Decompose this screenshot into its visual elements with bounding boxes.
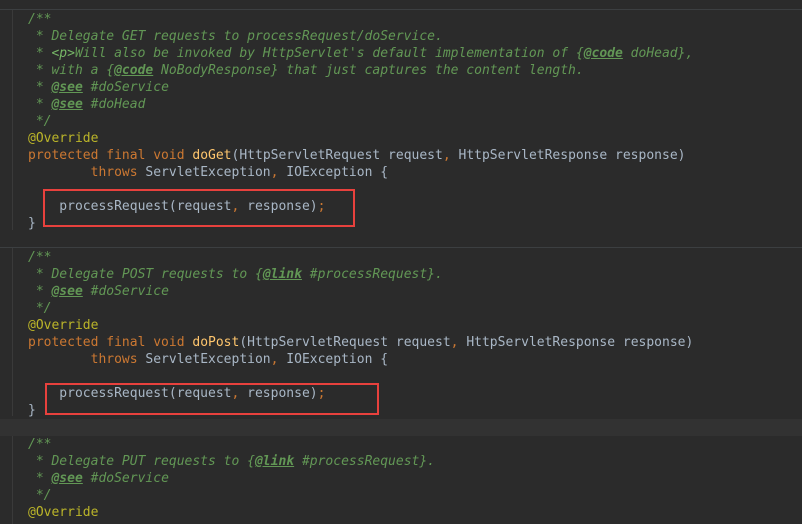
- code-token: #doService: [82, 284, 169, 299]
- code-token: @link: [262, 267, 302, 282]
- code-token: IOException {: [286, 165, 389, 180]
- code-token: throws: [28, 352, 146, 367]
- fold-guide: [12, 435, 13, 524]
- code-line[interactable]: * <p>Will also be invoked by HttpServlet…: [28, 45, 693, 62]
- code-line[interactable]: }: [28, 402, 36, 419]
- code-token: #doService: [82, 471, 169, 486]
- code-line[interactable]: * @see #doService: [28, 283, 169, 300]
- code-line[interactable]: * @see #doService: [28, 470, 169, 487]
- code-token: *: [28, 471, 52, 486]
- code-token: <p>: [51, 46, 75, 61]
- code-token: @see: [51, 80, 83, 95]
- code-line[interactable]: [0, 419, 802, 436]
- code-editor[interactable]: /** * Delegate GET requests to processRe…: [0, 0, 802, 524]
- code-token: protected final void: [28, 148, 193, 163]
- code-line[interactable]: /**: [28, 11, 51, 28]
- code-line[interactable]: */: [28, 113, 52, 130]
- code-token: processRequest(request: [28, 199, 232, 214]
- code-line[interactable]: * Delegate PUT requests to {@link #proce…: [28, 453, 435, 470]
- code-token: response): [247, 386, 318, 401]
- code-line[interactable]: protected final void doGet(HttpServletRe…: [28, 147, 685, 164]
- code-token: doGet: [192, 148, 232, 163]
- code-token: @code: [583, 46, 623, 61]
- code-token: * Delegate GET requests to processReques…: [28, 29, 443, 44]
- code-token: @code: [114, 63, 154, 78]
- code-token: @Override: [28, 318, 99, 333]
- code-token: doPost: [192, 335, 240, 350]
- code-token: throws: [28, 165, 146, 180]
- code-token: @see: [51, 284, 83, 299]
- code-token: @see: [51, 471, 83, 486]
- code-token: /**: [28, 437, 52, 452]
- code-token: /**: [28, 12, 52, 27]
- code-token: ,: [270, 352, 287, 367]
- code-token: *: [28, 284, 52, 299]
- code-token: *: [28, 97, 52, 112]
- code-token: HttpServletResponse response): [458, 148, 686, 163]
- code-token: #doService: [82, 80, 169, 95]
- code-token: @Override: [28, 505, 99, 520]
- code-token: IOException {: [286, 352, 389, 367]
- code-token: */: [28, 488, 52, 503]
- code-token: (HttpServletRequest request: [239, 335, 451, 350]
- code-token: #processRequest}.: [294, 454, 436, 469]
- code-line[interactable]: */: [28, 300, 52, 317]
- code-token: doHead},: [622, 46, 694, 61]
- code-token: #doHead: [82, 97, 146, 112]
- code-token: ;: [317, 386, 326, 401]
- code-token: ;: [317, 199, 326, 214]
- code-line[interactable]: processRequest(request, response);: [28, 198, 325, 215]
- fold-guide: [12, 10, 13, 230]
- code-token: */: [28, 301, 52, 316]
- code-token: *: [28, 80, 52, 95]
- code-token: NoBodyResponse} that just captures the c…: [153, 63, 584, 78]
- code-line[interactable]: @Override: [28, 504, 98, 521]
- method-separator: [0, 9, 802, 10]
- code-token: }: [28, 216, 36, 231]
- code-token: /**: [28, 250, 52, 265]
- code-token: * Delegate PUT requests to {: [28, 454, 255, 469]
- code-token: ,: [442, 148, 459, 163]
- code-line[interactable]: /**: [28, 249, 51, 266]
- code-token: }: [28, 403, 36, 418]
- code-token: Will also be invoked by HttpServlet's de…: [74, 46, 584, 61]
- code-token: #processRequest}.: [301, 267, 443, 282]
- code-token: ServletException: [145, 165, 271, 180]
- code-token: response): [247, 199, 318, 214]
- code-token: HttpServletResponse response): [466, 335, 694, 350]
- code-line[interactable]: /**: [28, 436, 51, 453]
- code-line[interactable]: * Delegate GET requests to processReques…: [28, 28, 443, 45]
- code-line[interactable]: protected final void doPost(HttpServletR…: [28, 334, 693, 351]
- code-token: (HttpServletRequest request: [231, 148, 443, 163]
- code-token: ,: [450, 335, 467, 350]
- code-line[interactable]: * @see #doService: [28, 79, 169, 96]
- code-token: * Delegate POST requests to {: [28, 267, 263, 282]
- code-line[interactable]: @Override: [28, 130, 98, 147]
- code-token: processRequest(request: [28, 386, 232, 401]
- code-token: ,: [231, 386, 248, 401]
- fold-guide: [12, 248, 13, 416]
- code-line[interactable]: * with a {@code NoBodyResponse} that jus…: [28, 62, 584, 79]
- code-token: protected final void: [28, 335, 193, 350]
- code-line[interactable]: * @see #doHead: [28, 96, 146, 113]
- code-line[interactable]: */: [28, 487, 52, 504]
- code-token: ,: [270, 165, 287, 180]
- code-token: @link: [254, 454, 295, 469]
- code-line[interactable]: throws ServletException, IOException {: [28, 164, 388, 181]
- code-token: * with a {: [28, 63, 115, 78]
- code-token: *: [28, 46, 52, 61]
- code-line[interactable]: @Override: [28, 317, 98, 334]
- code-line[interactable]: }: [28, 215, 36, 232]
- code-token: @see: [51, 97, 83, 112]
- code-line[interactable]: * Delegate POST requests to {@link #proc…: [28, 266, 443, 283]
- code-token: @Override: [28, 131, 99, 146]
- code-token: ServletException: [145, 352, 271, 367]
- code-line[interactable]: processRequest(request, response);: [28, 385, 325, 402]
- method-separator: [0, 247, 802, 248]
- code-token: */: [28, 114, 52, 129]
- code-token: ,: [231, 199, 248, 214]
- code-line[interactable]: throws ServletException, IOException {: [28, 351, 388, 368]
